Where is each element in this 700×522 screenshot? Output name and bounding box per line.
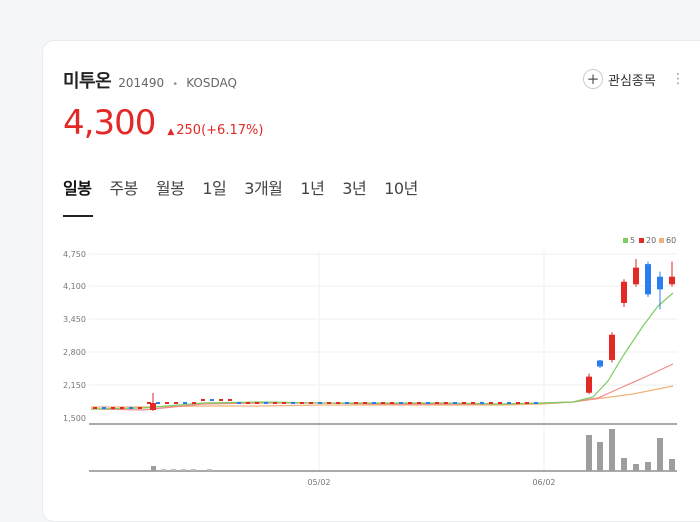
volume-bar xyxy=(633,464,639,471)
legend-5: 5 xyxy=(630,236,635,245)
candle xyxy=(390,402,394,404)
candle xyxy=(120,407,124,409)
candle xyxy=(363,402,367,404)
volume-bar xyxy=(171,469,176,471)
candle xyxy=(507,402,511,404)
candle xyxy=(435,402,439,404)
recent-candles xyxy=(586,259,675,395)
legend-20: 20 xyxy=(646,236,656,245)
y-tick: 1,500 xyxy=(63,414,86,423)
candle xyxy=(480,402,484,404)
x-axis: 05/02 06/02 xyxy=(307,478,555,487)
stock-card: 미투온 201490 • KOSDAQ 4,300 ▲ 250(+6.17%) +… xyxy=(42,40,700,522)
candle xyxy=(372,402,376,404)
candle xyxy=(300,402,304,404)
candle xyxy=(183,402,187,404)
candle xyxy=(174,402,178,404)
volume-bar xyxy=(621,458,627,471)
candle xyxy=(345,402,349,404)
candle xyxy=(597,360,603,367)
candle xyxy=(150,403,156,410)
volume-area xyxy=(89,429,677,472)
candle xyxy=(309,402,313,404)
volume-bar xyxy=(609,429,615,471)
y-axis: 4,750 4,100 3,450 2,800 2,150 1,500 xyxy=(63,250,86,423)
chart-legend: 5 20 60 xyxy=(623,236,676,245)
volume-bar xyxy=(657,438,663,471)
candle xyxy=(336,402,340,404)
candle xyxy=(444,402,448,404)
volume-bar xyxy=(207,469,212,471)
stock-chart[interactable]: 5 20 60 4,750 4,100 3,450 2,800 2,150 1,… xyxy=(43,41,700,501)
candle xyxy=(291,402,295,404)
legend-swatch-5 xyxy=(623,238,628,243)
candle xyxy=(264,402,268,404)
candle xyxy=(534,402,538,404)
candle xyxy=(210,399,214,401)
candle xyxy=(228,399,232,401)
x-tick: 05/02 xyxy=(307,478,330,487)
candle xyxy=(669,276,675,285)
candle xyxy=(453,402,457,404)
candle xyxy=(354,402,358,404)
candle xyxy=(201,399,205,401)
volume-bar xyxy=(161,469,166,471)
volume-bar xyxy=(181,469,186,471)
legend-swatch-60 xyxy=(659,238,664,243)
candle xyxy=(408,402,412,404)
volume-bar xyxy=(151,466,156,471)
candle xyxy=(327,402,331,404)
candle xyxy=(516,402,520,404)
volume-bar xyxy=(645,462,651,471)
candle xyxy=(633,267,639,285)
candle xyxy=(657,276,663,290)
volume-bar xyxy=(669,459,675,471)
candle xyxy=(282,402,286,404)
candle xyxy=(318,402,322,404)
ma-5-line xyxy=(90,292,674,410)
y-tick: 4,100 xyxy=(63,282,86,291)
candle xyxy=(621,281,627,303)
volume-bar xyxy=(586,435,592,471)
candle xyxy=(102,407,106,409)
candle xyxy=(129,407,133,409)
candle xyxy=(93,407,97,409)
candle xyxy=(192,402,196,404)
candle xyxy=(138,407,142,409)
y-tick: 2,150 xyxy=(63,381,86,390)
y-tick: 3,450 xyxy=(63,315,86,324)
legend-swatch-20 xyxy=(639,238,644,243)
candle xyxy=(237,402,241,404)
candle xyxy=(165,402,169,404)
x-tick: 06/02 xyxy=(532,478,555,487)
candle xyxy=(246,402,250,404)
candle xyxy=(219,399,223,401)
candle xyxy=(273,402,277,404)
candle xyxy=(399,402,403,404)
y-tick: 2,800 xyxy=(63,348,86,357)
legend-60: 60 xyxy=(666,236,676,245)
candle xyxy=(426,402,430,404)
candle xyxy=(156,402,160,404)
candle xyxy=(586,376,592,393)
candle xyxy=(462,402,466,404)
y-tick: 4,750 xyxy=(63,250,86,259)
candle xyxy=(381,402,385,404)
candle xyxy=(525,402,529,404)
candle xyxy=(417,402,421,404)
candle xyxy=(255,402,259,404)
candle xyxy=(471,402,475,404)
candle xyxy=(498,402,502,404)
candle xyxy=(489,402,493,404)
volume-bar xyxy=(597,442,603,471)
volume-bar xyxy=(191,469,196,471)
candle xyxy=(609,334,615,360)
candle xyxy=(111,407,115,409)
candle xyxy=(645,264,651,295)
